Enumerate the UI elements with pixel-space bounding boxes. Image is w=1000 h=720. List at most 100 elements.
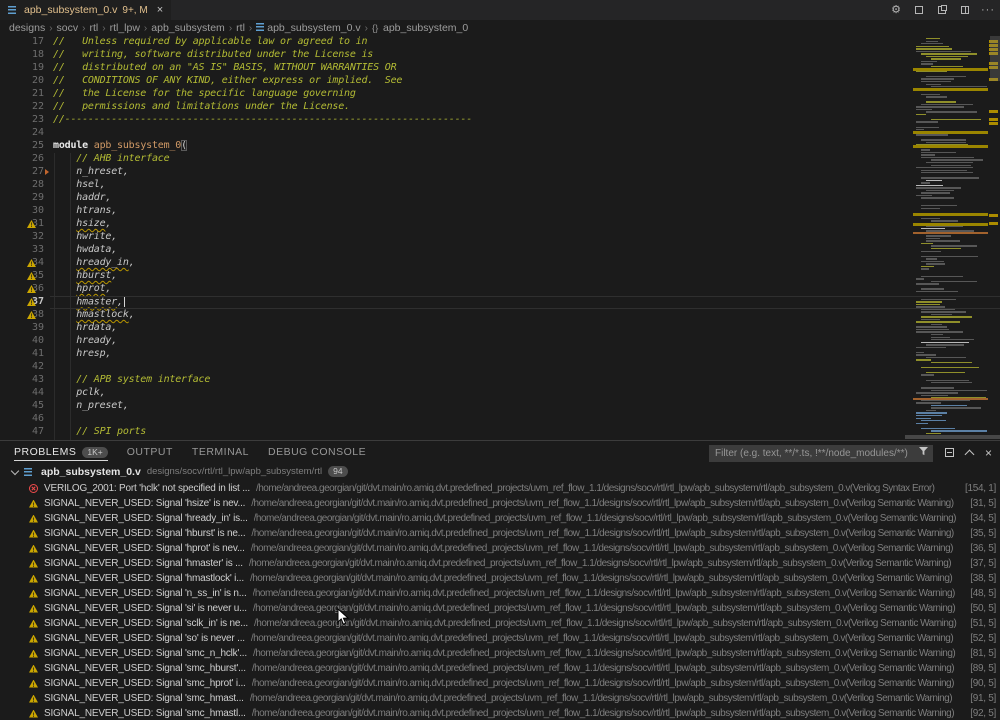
problem-message: SIGNAL_NEVER_USED: Signal 'so' is never … bbox=[44, 633, 245, 644]
code-text: hready, bbox=[53, 335, 117, 348]
code-line-27[interactable]: 27 n_hreset, bbox=[0, 166, 1000, 179]
breadcrumb-item-rtl[interactable]: rtl bbox=[89, 22, 98, 34]
code-line-44[interactable]: 44 pclk, bbox=[0, 387, 1000, 400]
problem-row[interactable]: SIGNAL_NEVER_USED: Signal 'si' is never … bbox=[0, 601, 1000, 616]
code-line-26[interactable]: 26 // AHB interface bbox=[0, 153, 1000, 166]
breadcrumb-item-designs[interactable]: designs bbox=[9, 22, 45, 34]
code-line-23[interactable]: 23//------------------------------------… bbox=[0, 114, 1000, 127]
problem-row[interactable]: SIGNAL_NEVER_USED: Signal 'n_ss_in' is n… bbox=[0, 586, 1000, 601]
problem-row[interactable]: SIGNAL_NEVER_USED: Signal 'smc_hmastl...… bbox=[0, 706, 1000, 720]
code-line-25[interactable]: 25module apb_subsystem_0( bbox=[0, 140, 1000, 153]
code-line-32[interactable]: 32 hwrite, bbox=[0, 231, 1000, 244]
panel-tab-label: OUTPUT bbox=[127, 446, 173, 458]
code-line-24[interactable]: 24 bbox=[0, 127, 1000, 140]
code-line-38[interactable]: 38 hmastlock, bbox=[0, 309, 1000, 322]
problem-row[interactable]: SIGNAL_NEVER_USED: Signal 'hready_in' is… bbox=[0, 511, 1000, 526]
code-line-19[interactable]: 19// distributed on an "AS IS" BASIS, WI… bbox=[0, 62, 1000, 75]
line-number: 46 bbox=[0, 413, 50, 426]
collapse-all-icon[interactable] bbox=[945, 448, 954, 457]
code-line-41[interactable]: 41 hresp, bbox=[0, 348, 1000, 361]
problem-location: [154, 1] bbox=[965, 483, 1000, 494]
vscode-window: apb_subsystem_0.v 9+, M × ⚙ ··· designs › s… bbox=[0, 0, 1000, 720]
problem-message: SIGNAL_NEVER_USED: Signal 'sclk_in' is n… bbox=[44, 618, 248, 629]
problem-row[interactable]: SIGNAL_NEVER_USED: Signal 'smc_hburst'..… bbox=[0, 661, 1000, 676]
code-line-43[interactable]: 43 // APB system interface bbox=[0, 374, 1000, 387]
problem-row[interactable]: SIGNAL_NEVER_USED: Signal 'smc_hmast.../… bbox=[0, 691, 1000, 706]
code-line-34[interactable]: 34 hready_in, bbox=[0, 257, 1000, 270]
warning-icon bbox=[29, 530, 38, 538]
problem-row[interactable]: SIGNAL_NEVER_USED: Signal 'hprot' is nev… bbox=[0, 541, 1000, 556]
tab-title: apb_subsystem_0.v bbox=[24, 4, 117, 16]
code-line-35[interactable]: 35 hburst, bbox=[0, 270, 1000, 283]
line-number: 34 bbox=[0, 257, 50, 270]
problem-message: SIGNAL_NEVER_USED: Signal 'smc_hburst'..… bbox=[44, 663, 246, 674]
code-line-17[interactable]: 17// Unless required by applicable law o… bbox=[0, 36, 1000, 49]
close-panel-icon[interactable]: × bbox=[985, 448, 992, 458]
open-changes-icon[interactable] bbox=[936, 4, 948, 16]
problem-row[interactable]: SIGNAL_NEVER_USED: Signal 'hmastlock' i.… bbox=[0, 571, 1000, 586]
code-line-29[interactable]: 29 haddr, bbox=[0, 192, 1000, 205]
code-line-39[interactable]: 39 hrdata, bbox=[0, 322, 1000, 335]
line-number: 35 bbox=[0, 270, 50, 283]
code-line-28[interactable]: 28 hsel, bbox=[0, 179, 1000, 192]
code-line-33[interactable]: 33 hwdata, bbox=[0, 244, 1000, 257]
breadcrumb-item-apb_subsystem_0[interactable]: {} apb_subsystem_0 bbox=[372, 22, 468, 34]
problem-row[interactable]: SIGNAL_NEVER_USED: Signal 'hsize' is nev… bbox=[0, 496, 1000, 511]
problem-row[interactable]: SIGNAL_NEVER_USED: Signal 'hburst' is ne… bbox=[0, 526, 1000, 541]
breadcrumb-item-apb_subsystem_0.v[interactable]: apb_subsystem_0.v bbox=[256, 22, 360, 34]
code-line-36[interactable]: 36 hprot, bbox=[0, 283, 1000, 296]
problems-file-group[interactable]: apb_subsystem_0.v designs/socv/rtl/rtl_l… bbox=[0, 463, 1000, 480]
problem-row[interactable]: SIGNAL_NEVER_USED: Signal 'hmaster' is .… bbox=[0, 556, 1000, 571]
code-line-37[interactable]: 37 hmaster, bbox=[0, 296, 1000, 309]
problem-row[interactable]: SIGNAL_NEVER_USED: Signal 'sclk_in' is n… bbox=[0, 616, 1000, 631]
maximize-panel-icon[interactable] bbox=[965, 449, 975, 459]
group-file-path: designs/socv/rtl/rtl_lpw/apb_subsystem/r… bbox=[147, 466, 322, 477]
problem-file-path: /home/andreea.georgian/git/dvt.main/ro.a… bbox=[252, 663, 964, 674]
close-icon[interactable]: × bbox=[157, 5, 163, 15]
problem-row[interactable]: SIGNAL_NEVER_USED: Signal 'smc_hprot' i.… bbox=[0, 676, 1000, 691]
breadcrumb-item-apb_subsystem[interactable]: apb_subsystem bbox=[151, 22, 225, 34]
warning-icon bbox=[29, 605, 38, 613]
line-number: 17 bbox=[0, 36, 50, 49]
panel-tab-debug-console[interactable]: DEBUG CONSOLE bbox=[268, 441, 366, 463]
settings-icon[interactable]: ⚙ bbox=[890, 4, 902, 16]
code-line-40[interactable]: 40 hready, bbox=[0, 335, 1000, 348]
problem-location: [50, 5] bbox=[970, 603, 1000, 614]
problem-row[interactable]: SIGNAL_NEVER_USED: Signal 'smc_n_hclk'..… bbox=[0, 646, 1000, 661]
more-actions-icon[interactable]: ··· bbox=[982, 4, 994, 16]
breadcrumb-item-socv[interactable]: socv bbox=[57, 22, 79, 34]
code-line-31[interactable]: 31 hsize, bbox=[0, 218, 1000, 231]
code-line-20[interactable]: 20// CONDITIONS OF ANY KIND, either expr… bbox=[0, 75, 1000, 88]
line-number: 47 bbox=[0, 426, 50, 439]
code-text: module apb_subsystem_0( bbox=[53, 140, 187, 153]
panel-tab-terminal[interactable]: TERMINAL bbox=[192, 441, 249, 463]
line-number: 30 bbox=[0, 205, 50, 218]
problem-row[interactable]: VERILOG_2001: Port 'hclk' not specified … bbox=[0, 481, 1000, 496]
breadcrumb-item-rtl_lpw[interactable]: rtl_lpw bbox=[110, 22, 140, 34]
code-lines: 17// Unless required by applicable law o… bbox=[0, 36, 1000, 439]
code-line-45[interactable]: 45 n_preset, bbox=[0, 400, 1000, 413]
line-number: 31 bbox=[0, 218, 50, 231]
code-line-21[interactable]: 21// the License for the specific langua… bbox=[0, 88, 1000, 101]
code-line-18[interactable]: 18// writing, software distributed under… bbox=[0, 49, 1000, 62]
line-number: 26 bbox=[0, 153, 50, 166]
panel-tab-problems[interactable]: PROBLEMS1K+ bbox=[14, 441, 108, 463]
breadcrumb-separator: › bbox=[365, 23, 368, 34]
problem-location: [31, 5] bbox=[970, 498, 1000, 509]
panel-tab-output[interactable]: OUTPUT bbox=[127, 441, 173, 463]
problem-row[interactable]: SIGNAL_NEVER_USED: Signal 'so' is never … bbox=[0, 631, 1000, 646]
breadcrumb-item-rtl[interactable]: rtl bbox=[236, 22, 245, 34]
error-icon bbox=[29, 484, 38, 493]
code-line-46[interactable]: 46 bbox=[0, 413, 1000, 426]
split-editor-icon[interactable] bbox=[959, 4, 971, 16]
code-line-22[interactable]: 22// permissions and limitations under t… bbox=[0, 101, 1000, 114]
code-editor[interactable]: 17// Unless required by applicable law o… bbox=[0, 36, 1000, 440]
code-line-42[interactable]: 42 bbox=[0, 361, 1000, 374]
warning-icon bbox=[27, 272, 36, 280]
filter-input[interactable] bbox=[709, 445, 933, 462]
code-line-30[interactable]: 30 htrans, bbox=[0, 205, 1000, 218]
code-line-47[interactable]: 47 // SPI ports bbox=[0, 426, 1000, 439]
restore-layout-icon[interactable] bbox=[913, 4, 925, 16]
tab-apb-subsystem-0[interactable]: apb_subsystem_0.v 9+, M × bbox=[0, 0, 171, 20]
problems-total-badge: 1K+ bbox=[82, 447, 107, 458]
